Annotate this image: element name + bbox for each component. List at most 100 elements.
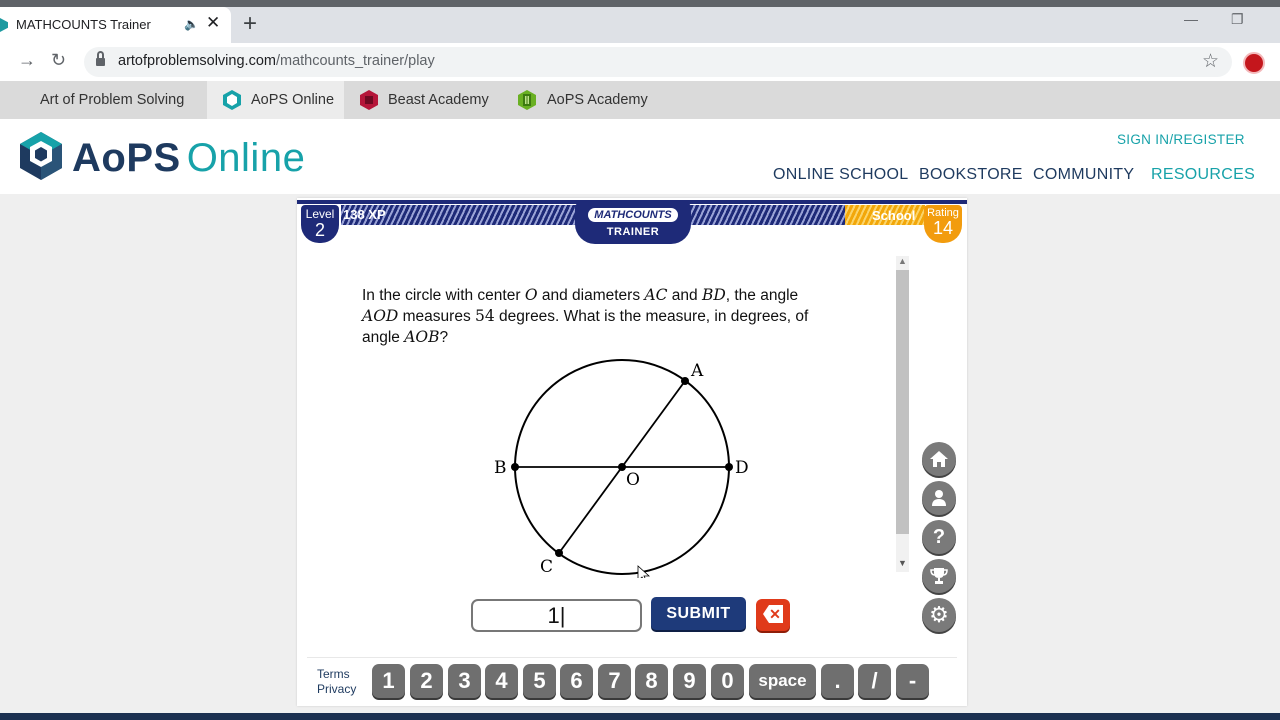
- mouse-cursor-icon: [637, 565, 651, 578]
- key-7[interactable]: 7: [598, 664, 631, 698]
- nav-bookstore[interactable]: BOOKSTORE: [919, 166, 1023, 184]
- key-6[interactable]: 6: [560, 664, 593, 698]
- key-4[interactable]: 4: [485, 664, 518, 698]
- address-bar[interactable]: artofproblemsolving.com/mathcounts_train…: [84, 47, 1232, 77]
- bookmark-beast-academy[interactable]: Beast Academy: [358, 81, 489, 119]
- bookmark-label: Beast Academy: [388, 92, 489, 108]
- url-path: /mathcounts_trainer/play: [275, 53, 435, 69]
- url-text: artofproblemsolving.com/mathcounts_train…: [118, 53, 435, 69]
- key-3[interactable]: 3: [448, 664, 481, 698]
- trainer-banner: Level 2 138 XP MATHCOUNTS TRAINER School…: [297, 198, 967, 246]
- privacy-link[interactable]: Privacy: [317, 682, 356, 697]
- bookmark-aops-online[interactable]: AoPS Online: [207, 81, 344, 119]
- label-b: B: [494, 458, 507, 478]
- label-o: O: [626, 470, 640, 490]
- help-icon: ?: [932, 526, 946, 548]
- mathcounts-brand: MATHCOUNTS: [588, 208, 678, 222]
- point-d: [725, 463, 733, 471]
- problem-scrollbar[interactable]: ▲ ▼: [896, 256, 909, 572]
- new-tab-icon[interactable]: +: [243, 10, 257, 38]
- forward-icon[interactable]: →: [18, 50, 36, 71]
- window-top-strip: [0, 0, 1280, 7]
- key-decimal[interactable]: .: [821, 664, 854, 698]
- level-badge: Level 2: [301, 205, 339, 243]
- profile-icon: [932, 490, 946, 506]
- label-d: D: [735, 458, 749, 478]
- bookmark-aops-academy[interactable]: AoPS Academy: [516, 81, 648, 119]
- aops-online-icon: [223, 90, 241, 110]
- answer-input[interactable]: 1|: [471, 599, 642, 632]
- terms-link[interactable]: Terms: [317, 667, 356, 682]
- label-a: A: [690, 361, 704, 381]
- scroll-up-icon[interactable]: ▲: [898, 256, 907, 266]
- bookmark-label: AoPS Academy: [547, 92, 648, 108]
- restore-icon[interactable]: ❐: [1231, 11, 1244, 28]
- nav-online-school[interactable]: ONLINE SCHOOL: [773, 166, 909, 184]
- key-space[interactable]: space: [749, 664, 816, 698]
- circle-diagram: A B D O C: [494, 359, 749, 578]
- footer-divider: [307, 657, 957, 658]
- bookmark-label: Art of Problem Solving: [40, 92, 185, 108]
- footer-links: Terms Privacy: [317, 667, 356, 697]
- xp-value: 138 XP: [343, 207, 386, 222]
- reload-icon[interactable]: ↻: [51, 50, 66, 71]
- key-5[interactable]: 5: [523, 664, 556, 698]
- mathcounts-trainer-logo: MATHCOUNTS TRAINER: [575, 202, 691, 244]
- minimize-icon[interactable]: —: [1184, 11, 1198, 27]
- trainer-label: TRAINER: [606, 226, 660, 238]
- bookmark-star-icon[interactable]: ☆: [1202, 50, 1219, 73]
- beast-academy-icon: [360, 90, 378, 110]
- point-b: [511, 463, 519, 471]
- nav-resources[interactable]: RESOURCES: [1151, 166, 1255, 184]
- problem-text: In the circle with center O and diameter…: [362, 286, 809, 346]
- site-logo-text[interactable]: AoPS Online: [72, 136, 305, 181]
- key-2[interactable]: 2: [410, 664, 443, 698]
- home-button[interactable]: [922, 442, 956, 476]
- page-bottom-strip: [0, 713, 1280, 720]
- browser-tab[interactable]: MATHCOUNTS Trainer 🔈 ✕: [0, 7, 231, 43]
- home-icon: [930, 451, 948, 467]
- level-value: 2: [314, 220, 325, 240]
- key-1[interactable]: 1: [372, 664, 405, 698]
- submit-button[interactable]: SUBMIT: [651, 597, 746, 630]
- point-c: [555, 549, 563, 557]
- trophy-icon: [930, 568, 948, 584]
- key-slash[interactable]: /: [858, 664, 891, 698]
- speaker-icon[interactable]: 🔈: [184, 17, 199, 31]
- logo-aops: AoPS: [72, 136, 181, 180]
- profile-button[interactable]: [922, 481, 956, 515]
- profile-avatar[interactable]: [1243, 52, 1265, 74]
- key-0[interactable]: 0: [711, 664, 744, 698]
- scrollbar-thumb[interactable]: [896, 270, 909, 534]
- tab-favicon-icon: [0, 18, 8, 32]
- school-label: School: [872, 208, 916, 223]
- trophy-button[interactable]: [922, 559, 956, 593]
- backspace-icon: ✕: [763, 605, 783, 623]
- scroll-down-icon[interactable]: ▼: [898, 558, 907, 568]
- rating-label: Rating: [927, 207, 959, 219]
- key-9[interactable]: 9: [673, 664, 706, 698]
- site-header: AoPS Online SIGN IN/REGISTER ONLINE SCHOO…: [0, 119, 1280, 194]
- trainer-panel: Level 2 138 XP MATHCOUNTS TRAINER School…: [297, 198, 967, 706]
- lock-icon: [96, 51, 105, 66]
- label-c: C: [540, 557, 553, 577]
- sign-in-register-link[interactable]: SIGN IN/REGISTER: [1117, 132, 1245, 147]
- key-minus[interactable]: -: [896, 664, 929, 698]
- bookmark-label: AoPS Online: [251, 92, 335, 108]
- rating-value: 14: [932, 218, 954, 238]
- help-button[interactable]: ?: [922, 520, 956, 554]
- tab-bar: MATHCOUNTS Trainer 🔈 ✕ + — ❐: [0, 7, 1280, 43]
- level-label: Level: [305, 207, 335, 221]
- answer-value: 1: [547, 603, 560, 628]
- settings-button[interactable]: ⚙: [922, 598, 956, 632]
- bookmark-art-of-problem-solving[interactable]: Art of Problem Solving: [40, 81, 184, 119]
- browser-toolbar: → ↻ artofproblemsolving.com/mathcounts_t…: [0, 43, 1280, 81]
- aops-cube-logo-icon[interactable]: [18, 131, 64, 181]
- point-a: [681, 377, 689, 385]
- url-host: artofproblemsolving.com: [118, 53, 276, 69]
- key-8[interactable]: 8: [635, 664, 668, 698]
- tab-close-icon[interactable]: ✕: [206, 13, 220, 33]
- clear-answer-button[interactable]: ✕: [756, 599, 790, 631]
- nav-community[interactable]: COMMUNITY: [1033, 166, 1134, 184]
- bookmarks-bar: Art of Problem Solving AoPS Online Beast…: [0, 81, 1280, 119]
